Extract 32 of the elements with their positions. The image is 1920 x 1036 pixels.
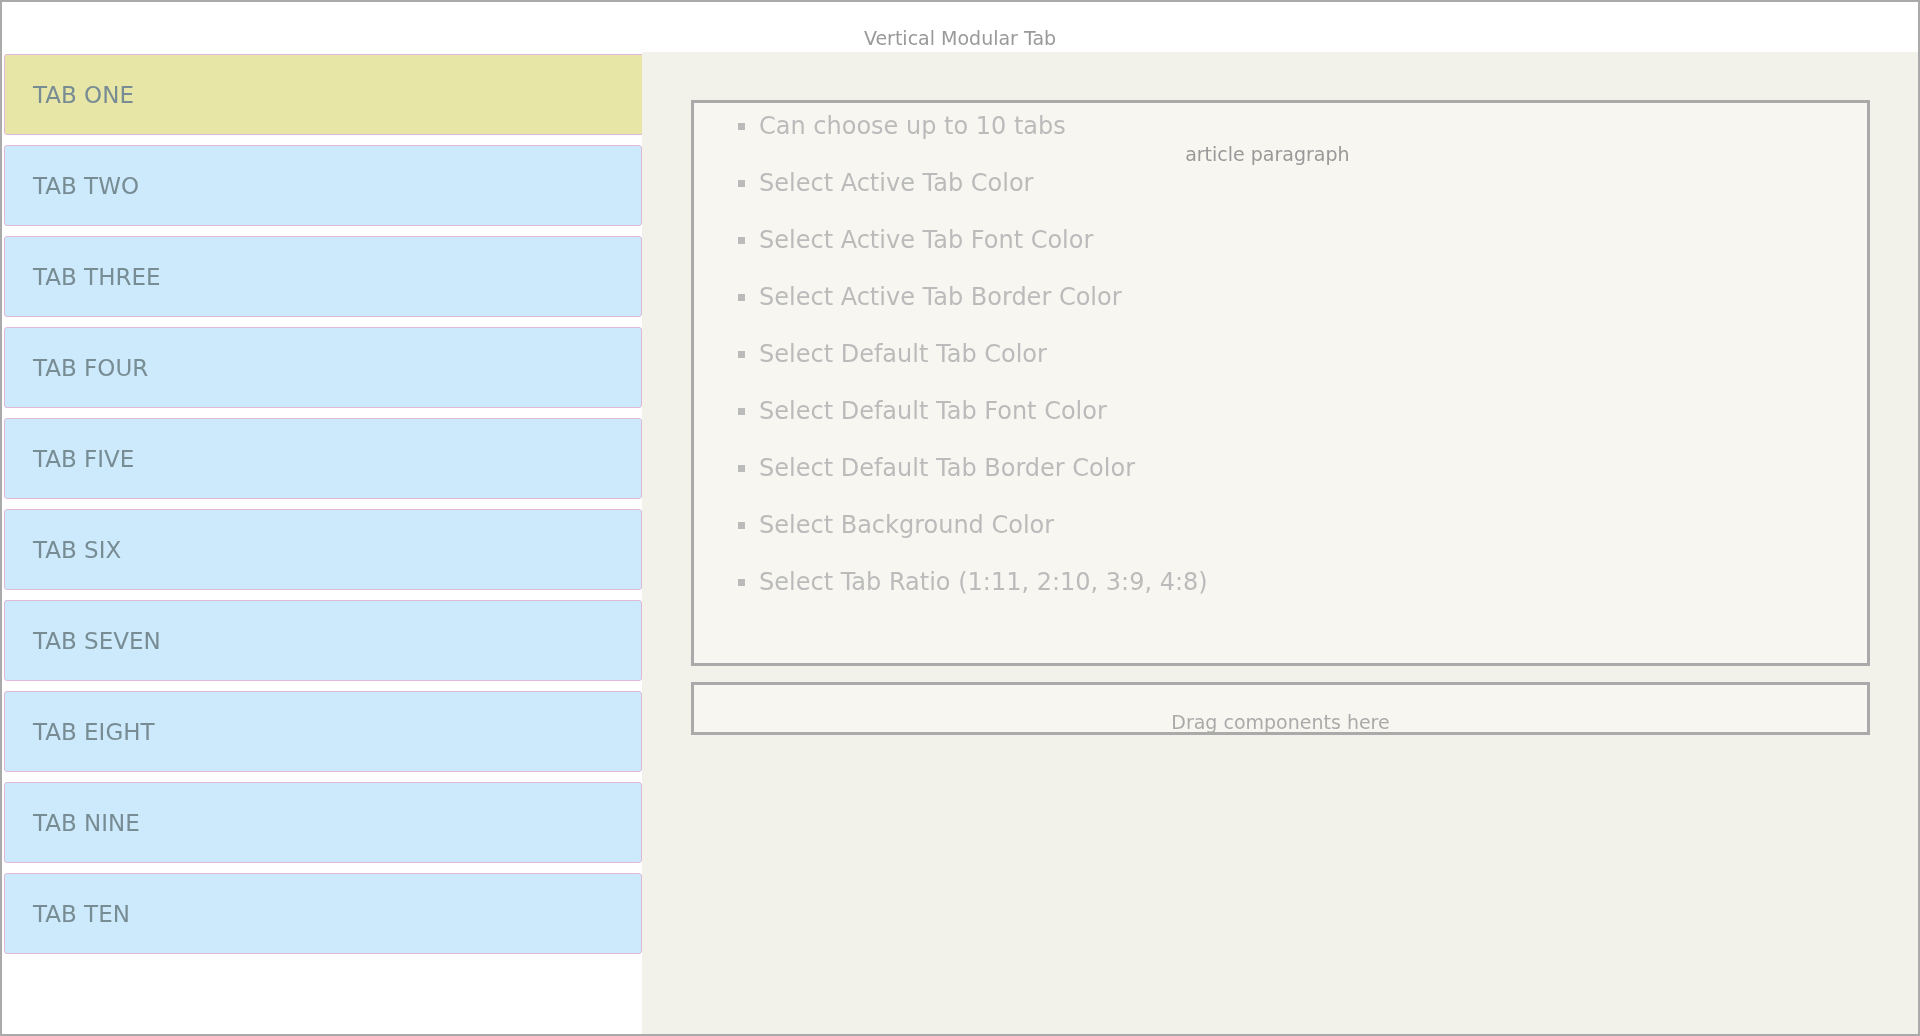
tab[interactable]: TAB TWO	[4, 145, 642, 226]
list-item: Select Active Tab Border Color	[759, 282, 1122, 312]
tab[interactable]: TAB SIX	[4, 509, 642, 590]
article-label: article paragraph	[1185, 143, 1350, 167]
page-title: Vertical Modular Tab	[863, 26, 1057, 50]
bullet-icon	[738, 122, 745, 130]
list-item: Select Active Tab Font Color	[759, 225, 1094, 255]
list-item: Select Default Tab Border Color	[759, 453, 1135, 483]
bullet-icon	[738, 350, 745, 358]
drop-zone[interactable]: Drag components here	[691, 682, 1870, 735]
list-item: Select Tab Ratio (1:11, 2:10, 3:9, 4:8)	[759, 567, 1208, 597]
tab[interactable]: TAB ONE	[4, 54, 644, 135]
tab[interactable]: TAB TEN	[4, 873, 642, 954]
drop-zone-label: Drag components here	[1171, 712, 1390, 732]
bullet-icon	[738, 236, 745, 244]
tab[interactable]: TAB SEVEN	[4, 600, 642, 681]
list-item: Select Active Tab Color	[759, 168, 1034, 198]
bullet-icon	[738, 464, 745, 472]
tab[interactable]: TAB FIVE	[4, 418, 642, 499]
bullet-icon	[738, 521, 745, 529]
bullet-icon	[738, 578, 745, 586]
bullet-icon	[738, 179, 745, 187]
tab[interactable]: TAB THREE	[4, 236, 642, 317]
tab[interactable]: TAB EIGHT	[4, 691, 642, 772]
tab[interactable]: TAB NINE	[4, 782, 642, 863]
tab[interactable]: TAB FOUR	[4, 327, 642, 408]
list-item: Select Default Tab Color	[759, 339, 1047, 369]
bullet-icon	[738, 293, 745, 301]
list-item: Select Background Color	[759, 510, 1055, 540]
list-item: Select Default Tab Font Color	[759, 396, 1107, 426]
list-item: Can choose up to 10 tabs	[759, 111, 1066, 141]
bullet-icon	[738, 407, 745, 415]
